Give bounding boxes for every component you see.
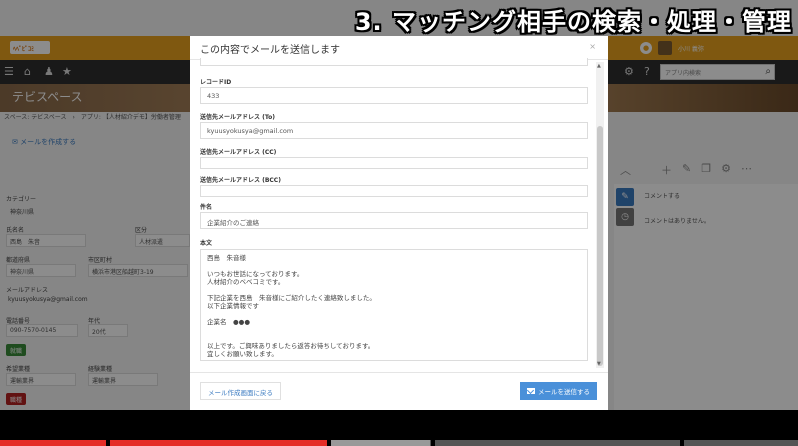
- body-textarea[interactable]: 西島 朱音様いつもお世話になっております。 人材紹介のベベコミです。下記企業を西島…: [200, 249, 588, 361]
- subject-label: 件名: [200, 204, 213, 211]
- video-progress-fill: [0, 440, 328, 446]
- body-line: [207, 286, 581, 294]
- to-email-field[interactable]: kyuusyokusya@gmail.com: [200, 122, 588, 139]
- cc-email-field[interactable]: [200, 157, 588, 169]
- body-line: 宜しくお願い致します。: [207, 350, 278, 358]
- chapter-marker: [431, 440, 435, 446]
- record-id-label: レコードID: [200, 79, 232, 86]
- close-icon[interactable]: ×: [589, 42, 596, 51]
- body-line: いつもお世話になっております。: [207, 270, 304, 278]
- record-id-field[interactable]: 433: [200, 87, 588, 104]
- previous-input-edge: [200, 58, 588, 66]
- bcc-email-field[interactable]: [200, 185, 588, 197]
- bcc-label: 送信先メールアドレス (BCC): [200, 177, 281, 184]
- modal-header: この内容でメールを送信します: [190, 36, 608, 60]
- body-line: 以下企業情報です: [207, 302, 259, 310]
- body-line: 下記企業を西島 朱音様にご紹介したく連絡致しました。: [207, 294, 376, 302]
- cc-label: 送信先メールアドレス (CC): [200, 149, 277, 156]
- chapter-marker: [106, 440, 110, 446]
- back-to-compose-button[interactable]: メール作成画面に戻る: [200, 382, 281, 400]
- subject-field[interactable]: 企業紹介のご連絡: [200, 212, 588, 229]
- send-mail-label: メールを送信する: [538, 388, 590, 396]
- to-label: 送信先メールアドレス (To): [200, 114, 275, 121]
- body-line: 西島 朱音様: [207, 254, 246, 262]
- body-label: 本文: [200, 240, 213, 247]
- body-line: [207, 310, 581, 318]
- body-line: [207, 262, 581, 270]
- modal-title: この内容でメールを送信します: [200, 45, 340, 56]
- scrollbar-thumb[interactable]: [597, 126, 603, 366]
- body-line: 以上です。ご興味ありましたら返答お待ちしております。: [207, 342, 375, 350]
- body-line: 人材紹介のベベコミです。: [207, 278, 285, 286]
- body-line: 企業名 ●●●: [207, 318, 251, 326]
- scroll-up-arrow[interactable]: ▲: [597, 63, 601, 69]
- body-line: [207, 334, 581, 342]
- modal-footer: メール作成画面に戻る メールを送信する: [190, 372, 608, 410]
- body-line: [207, 326, 581, 334]
- scroll-down-arrow[interactable]: ▼: [597, 361, 601, 367]
- envelope-icon: [527, 388, 535, 394]
- chapter-marker: [327, 440, 331, 446]
- send-mail-modal: この内容でメールを送信します × レコードID 433 送信先メールアドレス (…: [190, 36, 608, 410]
- video-caption: 3. マッチング相手の検索・処理・管理: [354, 8, 792, 36]
- chapter-marker: [680, 440, 684, 446]
- send-mail-button[interactable]: メールを送信する: [520, 382, 597, 400]
